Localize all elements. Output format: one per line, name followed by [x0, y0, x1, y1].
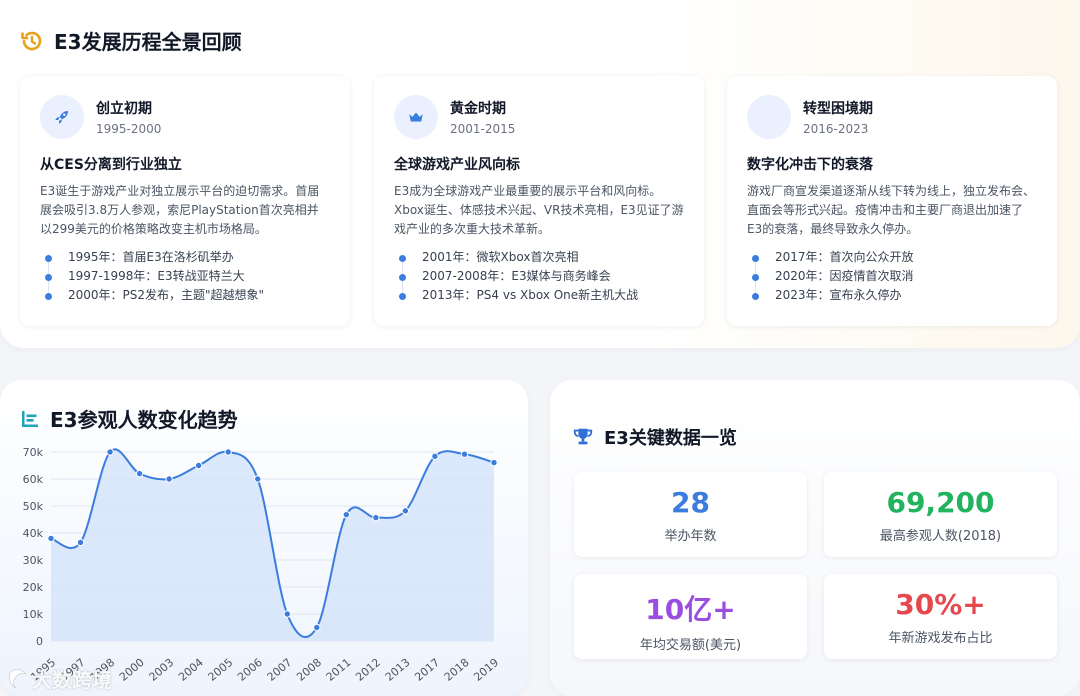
- history-icon: [21, 31, 42, 50]
- stats-header: E3关键数据一览: [572, 424, 737, 450]
- stat-label: 年新游戏发布占比: [888, 631, 993, 646]
- phase-subtitle: 从CES分离到行业独立: [40, 157, 182, 173]
- data-point: [165, 475, 173, 483]
- rocket-icon: [40, 95, 84, 139]
- stat-value: 69,200: [886, 486, 995, 519]
- stat-card-release-share: 30%+ 年新游戏发布占比: [824, 574, 1057, 659]
- chart-title: E3参观人数变化趋势: [50, 408, 238, 432]
- phase-subtitle: 数字化冲击下的衰落: [747, 157, 873, 173]
- stat-card-years: 28 举办年数: [574, 472, 807, 557]
- stat-card-trade-volume: 10亿+ 年均交易额(美元): [574, 574, 807, 659]
- data-point: [490, 458, 498, 467]
- phase-description: 游戏厂商宣发渠道逐渐从线下转为线上，独立发布会、直面会等形式兴起。疫情冲击和主要…: [747, 184, 1036, 236]
- data-point: [342, 510, 351, 519]
- trophy-icon: [573, 428, 593, 445]
- watermark-text: 大数跨境: [32, 668, 112, 692]
- stat-label: 举办年数: [664, 529, 717, 544]
- history-panel: E3发展历程全景回顾 创立初期 1995-2000 从CES分离到行业独立 E3…: [0, 0, 1080, 348]
- x-tick-label: 2011: [324, 656, 354, 684]
- data-point: [283, 610, 291, 618]
- event-item: 2001年：微软Xbox首次亮相: [394, 248, 684, 267]
- event-item: 2017年：首次向公众开放: [747, 248, 1037, 267]
- phase-events: 2001年：微软Xbox首次亮相 2007-2008年：E3媒体与商务峰会 20…: [394, 248, 684, 305]
- event-item: 2020年：因疫情首次取消: [747, 267, 1037, 286]
- bar-chart-icon: [22, 410, 38, 427]
- blank-icon: [747, 95, 791, 139]
- data-point: [313, 623, 321, 632]
- y-tick-label: 40k: [23, 527, 44, 540]
- phase-events: 1995年：首届E3在洛杉矶举办 1997-1998年：E3转战亚特兰大 200…: [40, 248, 330, 305]
- stats-title: E3关键数据一览: [604, 428, 737, 449]
- x-tick-label: 2019: [471, 656, 501, 684]
- data-point: [372, 513, 380, 522]
- stat-value: 28: [671, 486, 710, 519]
- y-tick-label: 20k: [23, 581, 44, 594]
- data-point: [254, 475, 262, 483]
- key-stats-panel: E3关键数据一览 28 举办年数 69,200 最高参观人数(2018) 10亿…: [550, 380, 1080, 696]
- phase-events: 2017年：首次向公众开放 2020年：因疫情首次取消 2023年：宣布永久停办: [747, 248, 1037, 305]
- data-point: [106, 448, 114, 456]
- history-header: E3发展历程全景回顾: [20, 26, 242, 55]
- phase-name: 黄金时期: [450, 101, 506, 117]
- x-tick-label: 2000: [117, 656, 147, 684]
- page-title: E3发展历程全景回顾: [54, 30, 242, 54]
- x-tick-label: 2004: [176, 656, 206, 684]
- x-tick-label: 2005: [206, 656, 236, 684]
- x-tick-label: 2008: [294, 656, 324, 684]
- phase-card-founding: 创立初期 1995-2000 从CES分离到行业独立 E3诞生于游戏产业对独立展…: [20, 76, 350, 326]
- phase-years: 2001-2015: [450, 122, 516, 136]
- phase-card-golden: 黄金时期 2001-2015 全球游戏产业风向标 E3成为全球游戏产业最重要的展…: [374, 76, 704, 326]
- y-tick-label: 70k: [23, 446, 44, 459]
- x-tick-label: 2003: [147, 656, 177, 684]
- stat-label: 最高参观人数(2018): [879, 529, 1002, 544]
- watermark-logo-icon: [9, 668, 27, 688]
- x-tick-label: 2012: [353, 656, 383, 684]
- y-tick-label: 0: [36, 635, 43, 648]
- data-point: [47, 534, 55, 543]
- phase-description: E3诞生于游戏产业对独立展示平台的迫切需求。首届展会吸引3.8万人参观，索尼Pl…: [40, 184, 320, 236]
- phase-name: 转型困境期: [803, 101, 873, 117]
- stat-value: 10亿+: [645, 593, 736, 626]
- y-tick-label: 10k: [23, 608, 44, 621]
- x-tick-label: 2018: [442, 656, 472, 684]
- crown-icon: [394, 95, 438, 139]
- watermark: 大数跨境: [6, 664, 112, 693]
- event-item: 1997-1998年：E3转战亚特兰大: [40, 267, 330, 286]
- y-tick-label: 50k: [23, 500, 44, 513]
- event-item: 2007-2008年：E3媒体与商务峰会: [394, 267, 684, 286]
- phase-card-decline: 转型困境期 2016-2023 数字化冲击下的衰落 游戏厂商宣发渠道逐渐从线下转…: [727, 76, 1057, 326]
- x-tick-label: 2013: [383, 656, 413, 684]
- phase-years: 1995-2000: [96, 122, 162, 136]
- data-point: [431, 452, 439, 461]
- phase-years: 2016-2023: [803, 122, 869, 136]
- event-item: 2023年：宣布永久停办: [747, 286, 1037, 305]
- stat-card-peak-attendance: 69,200 最高参观人数(2018): [824, 472, 1057, 557]
- data-point: [401, 507, 410, 515]
- attendance-chart: 010k20k30k40k50k60k70k1995 1997 1998 2000 20…: [23, 446, 502, 684]
- data-point: [135, 469, 144, 478]
- phase-description: E3成为全球游戏产业最重要的展示平台和风向标。Xbox诞生、体感技术兴起、VR技…: [394, 184, 684, 236]
- event-item: 2000年：PS2发布，主题"超越想象": [40, 286, 330, 305]
- phase-name: 创立初期: [96, 101, 152, 117]
- event-item: 2013年：PS4 vs Xbox One新主机大战: [394, 286, 684, 305]
- data-point: [460, 450, 469, 458]
- data-point: [194, 461, 203, 470]
- y-tick-label: 60k: [23, 473, 44, 486]
- x-tick-label: 2006: [235, 656, 265, 684]
- stat-label: 年均交易额(美元): [639, 638, 742, 653]
- y-tick-label: 30k: [23, 554, 44, 567]
- data-point: [224, 448, 232, 456]
- data-point: [76, 538, 85, 547]
- x-tick-label: 2017: [412, 656, 442, 684]
- x-tick-label: 2007: [265, 656, 295, 684]
- phase-subtitle: 全球游戏产业风向标: [394, 157, 520, 173]
- stat-value: 30%+: [895, 588, 986, 621]
- event-item: 1995年：首届E3在洛杉矶举办: [40, 248, 330, 267]
- chart-header: E3参观人数变化趋势: [20, 404, 238, 433]
- attendance-chart-panel: E3参观人数变化趋势 0 10k 20k 30k 40k 50k 60k 70k 1995 199…: [0, 380, 528, 696]
